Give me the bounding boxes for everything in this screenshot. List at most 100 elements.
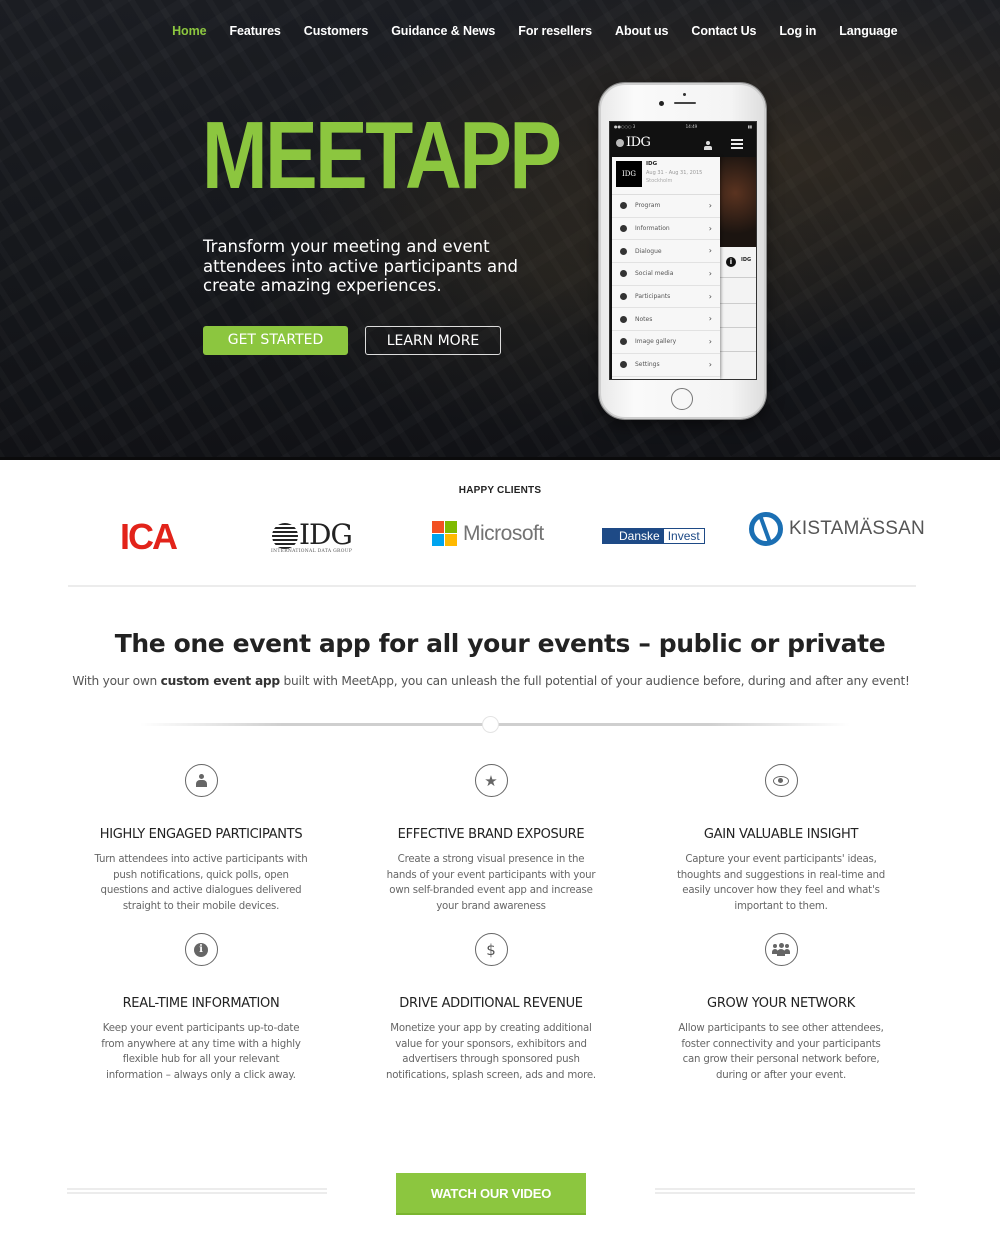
feature-title: GAIN VALUABLE INSIGHT [703,827,859,842]
group-icon [772,943,790,956]
chevron-right-icon: › [708,314,712,324]
microsoft-wordmark: Microsoft [463,521,544,545]
status-signal: ●●○○○ 3 [614,124,636,129]
app-logo: IDG [616,135,651,150]
gear-icon [620,361,627,369]
drawer-item-label: Settings [635,361,660,369]
chevron-right-icon: › [708,269,712,279]
divider-knob [482,716,499,733]
kistamassan-mark-icon [749,512,783,546]
drawer-item-program: Program › [612,195,720,218]
divider [720,277,756,278]
feature-icon-circle [764,764,798,797]
twitter-icon [620,270,627,278]
section-headline: The one event app for all your events – … [114,629,886,658]
divider [720,327,756,328]
divider [720,351,756,352]
divider [720,303,756,304]
drawer-item-label: Image gallery [635,338,677,346]
drawer-item-label: Social media [635,270,674,278]
lead-text: With your own [72,674,161,688]
status-time: 14:49 [685,124,698,129]
learn-more-button[interactable]: LEARN MORE [365,326,501,355]
client-logo-kistamassan: KISTAMÄSSAN [749,512,925,546]
drawer-item-notes: Notes › [612,308,720,332]
hero-tagline: Transform your meeting and event attende… [203,237,518,295]
feature-effective-brand-exposure: ★ EFFECTIVE BRAND EXPOSURE Create a stro… [376,764,606,914]
nav-features[interactable]: Features [218,24,292,38]
watch-video-button[interactable]: WATCH OUR VIDEO [396,1173,586,1215]
phone-sensor [683,93,686,96]
microsoft-windows-icon [432,521,457,546]
info-icon: i [726,257,736,267]
decorative-rule-right [655,1188,915,1194]
nav-log-in[interactable]: Log in [768,24,828,38]
eye-icon [773,775,789,786]
lead-text: built with MeetApp, you can unleash the … [279,674,910,688]
chevron-right-icon: › [708,246,712,256]
clients-title: HAPPY CLIENTS [458,485,542,496]
nav-about-us[interactable]: About us [604,24,680,38]
nav-home[interactable]: Home [161,24,218,38]
event-header: IDG IDG Aug 31 - Aug 31, 2015 Stockholm [612,157,720,195]
lead-bold-text: custom event app [160,674,280,688]
feature-title: REAL-TIME INFORMATION [122,996,280,1011]
idg-globe-icon [272,523,298,549]
feature-icon-circle: ★ [474,764,508,797]
nav-for-resellers[interactable]: For resellers [507,24,604,38]
phone-mockup: ●●○○○ 3 14:49 ▮▮ IDG i IDG IDG IDG Aug 3… [599,83,766,419]
user-icon [195,774,208,787]
client-logo-ica: ICA [120,516,178,557]
drawer-item-label: Dialogue [635,247,662,255]
feature-text: Allow participants to see other attendee… [678,1023,884,1081]
feature-title: HIGHLY ENGAGED PARTICIPANTS [99,827,303,842]
chevron-right-icon: › [708,291,712,301]
get-started-button[interactable]: GET STARTED [203,326,348,355]
client-logo-idg: IDG INTERNATIONAL DATA GROUP [271,518,371,556]
main-nav: Home Features Customers Guidance & News … [161,24,909,38]
star-icon: ★ [484,771,498,790]
feature-icon-circle: i [184,933,218,966]
feature-text: Monetize your app by creating additional… [386,1023,596,1081]
client-logo-danske-invest: Danske Invest [602,528,705,544]
feature-title: GROW YOUR NETWORK [707,996,855,1011]
feature-highly-engaged-participants: HIGHLY ENGAGED PARTICIPANTS Turn attende… [86,764,316,914]
drawer-item-label: Notes [635,315,653,323]
drawer-item-label: Program [635,202,661,210]
drawer-item-participants: Participants › [612,286,720,309]
brand-logo: MEETAPP [202,102,562,209]
drawer-item-image-gallery: Image gallery › [612,331,720,354]
feature-real-time-information: i REAL-TIME INFORMATION Keep your event … [86,933,316,1083]
chevron-right-icon: › [708,201,712,210]
idg-wordmark: IDG [299,518,353,551]
client-logo-microsoft: Microsoft [432,521,544,546]
feature-text: Turn attendees into active participants … [94,854,308,912]
app-content-pane: i IDG [720,247,756,379]
nav-language[interactable]: Language [828,24,909,38]
feature-grow-your-network: GROW YOUR NETWORK Allow participants to … [666,933,896,1083]
nav-customers[interactable]: Customers [292,24,379,38]
feature-text: Capture your event participants' ideas, … [676,854,886,912]
event-name: IDG [646,161,658,167]
drawer-item-label: Participants [635,293,671,301]
feature-title: DRIVE ADDITIONAL REVENUE [399,996,583,1011]
content-pane-label: IDG [741,257,752,263]
event-dates: Aug 31 - Aug 31, 2015 [646,170,703,176]
drawer-item-information: Information › [612,218,720,241]
phone-home-button [671,388,693,410]
feature-text: Keep your event participants up-to-date … [101,1023,301,1081]
dollar-icon: $ [486,940,496,959]
info-icon: i [194,942,208,957]
nav-contact-us[interactable]: Contact Us [680,24,768,38]
info-icon [620,225,627,233]
section-lead: With your own custom event app built wit… [0,674,982,688]
clock-icon [620,202,627,210]
drawer-item-social-media: Social media › [612,263,720,286]
edit-icon [620,315,627,323]
drawer-item-settings: Settings › [612,354,720,377]
decorative-rule-left [67,1188,327,1194]
app-side-drawer: IDG IDG Aug 31 - Aug 31, 2015 Stockholm … [612,157,720,379]
nav-guidance-news[interactable]: Guidance & News [380,24,507,38]
phone-speaker [674,102,696,104]
phone-status-bar: ●●○○○ 3 14:49 ▮▮ [610,122,756,131]
